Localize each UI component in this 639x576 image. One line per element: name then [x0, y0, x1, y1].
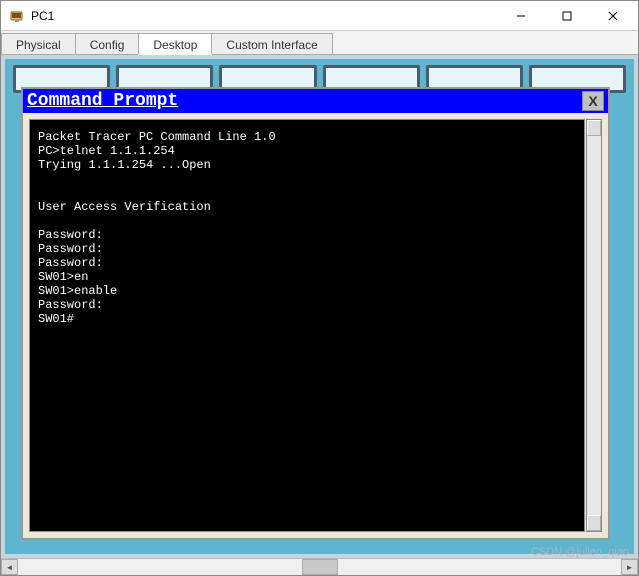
- close-button[interactable]: [590, 1, 636, 30]
- command-prompt-vscrollbar[interactable]: [586, 119, 602, 532]
- scroll-up-button[interactable]: [587, 120, 601, 136]
- horizontal-scrollbar[interactable]: ◄ ►: [1, 558, 638, 575]
- window-controls: [498, 1, 636, 30]
- minimize-button[interactable]: [498, 1, 544, 30]
- scroll-track[interactable]: [587, 136, 601, 515]
- maximize-button[interactable]: [544, 1, 590, 30]
- app-window: PC1 Physical Config Desktop Custom Inter…: [0, 0, 639, 576]
- command-prompt-title: Command Prompt: [27, 91, 582, 111]
- app-icon: [9, 8, 25, 24]
- tab-bar: Physical Config Desktop Custom Interface: [1, 31, 638, 55]
- scroll-down-button[interactable]: [587, 515, 601, 531]
- command-prompt-titlebar: Command Prompt X: [23, 89, 608, 113]
- tab-config[interactable]: Config: [75, 33, 140, 54]
- scroll-left-button[interactable]: ◄: [1, 559, 18, 575]
- titlebar: PC1: [1, 1, 638, 31]
- window-title: PC1: [31, 9, 498, 23]
- scroll-right-button[interactable]: ►: [621, 559, 638, 575]
- hscroll-track[interactable]: [18, 559, 621, 575]
- command-prompt-body-wrap: Packet Tracer PC Command Line 1.0 PC>tel…: [23, 113, 608, 538]
- command-prompt-terminal[interactable]: Packet Tracer PC Command Line 1.0 PC>tel…: [29, 119, 585, 532]
- tab-physical[interactable]: Physical: [1, 33, 76, 54]
- desktop-workspace: Command Prompt X Packet Tracer PC Comman…: [1, 55, 638, 558]
- tab-custom[interactable]: Custom Interface: [211, 33, 332, 54]
- command-prompt-window: Command Prompt X Packet Tracer PC Comman…: [21, 87, 610, 540]
- tab-desktop[interactable]: Desktop: [138, 33, 212, 55]
- hscroll-thumb[interactable]: [302, 559, 338, 575]
- command-prompt-close-button[interactable]: X: [582, 91, 604, 111]
